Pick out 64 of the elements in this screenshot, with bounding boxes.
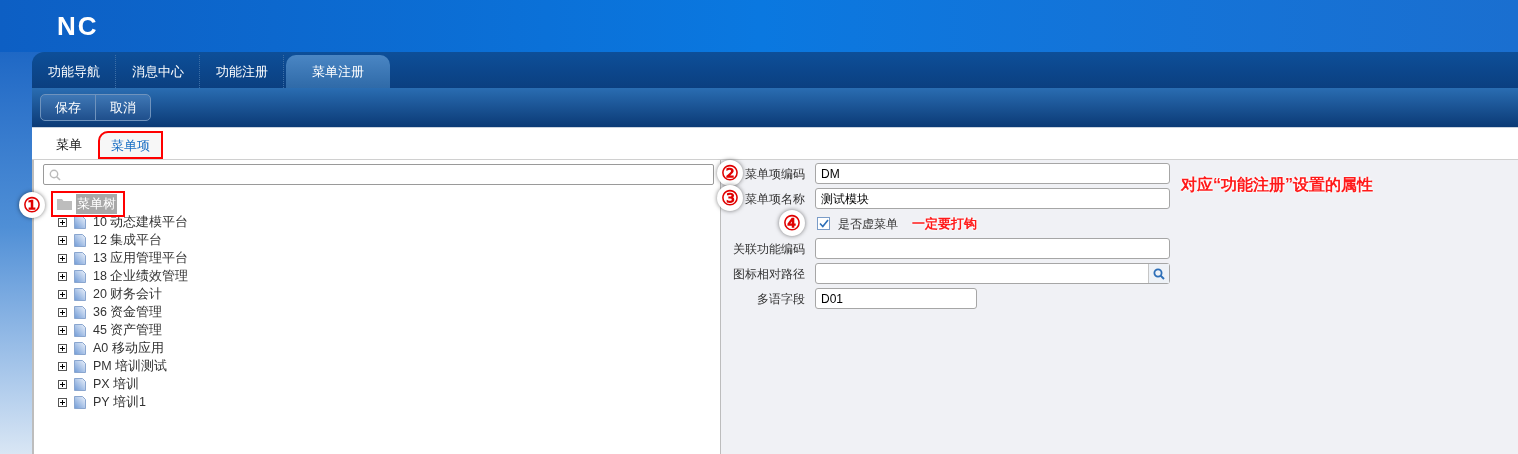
tree-item[interactable]: 36 资金管理 <box>93 302 163 322</box>
input-field[interactable] <box>815 263 1170 284</box>
tree-item[interactable]: 20 财务会计 <box>93 284 163 304</box>
document-icon <box>74 359 86 373</box>
tree-item[interactable]: 45 资产管理 <box>93 320 163 340</box>
expand-icon[interactable] <box>58 235 67 245</box>
check-icon <box>818 219 829 228</box>
tab[interactable]: 菜单项 <box>98 131 163 159</box>
callout-number: ① <box>19 192 45 218</box>
expand-icon[interactable] <box>58 271 67 281</box>
expand-icon[interactable] <box>58 361 67 371</box>
document-icon <box>74 269 86 283</box>
expand-icon[interactable] <box>58 307 67 317</box>
document-icon <box>74 287 86 301</box>
tree-item[interactable]: PY 培训1 <box>93 392 146 412</box>
tree-item[interactable]: 12 集成平台 <box>93 230 163 250</box>
callout-number: ② <box>717 160 743 186</box>
input-field[interactable]: 测试模块 <box>815 188 1170 209</box>
logo: NC <box>57 13 99 39</box>
annotation-text: 一定要打钩 <box>912 214 977 233</box>
search-icon <box>1153 267 1165 280</box>
tree-item[interactable]: 10 动态建模平台 <box>93 212 189 232</box>
tab[interactable]: 菜单 <box>44 131 94 159</box>
tree-item[interactable]: 18 企业绩效管理 <box>93 266 189 286</box>
expand-icon[interactable] <box>58 217 67 227</box>
checkbox-label: 是否虚菜单 <box>838 215 898 233</box>
field-label: 多语字段 <box>757 290 805 308</box>
document-icon <box>74 341 86 355</box>
toolbar-button[interactable]: 保存 <box>41 95 95 120</box>
folder-icon <box>57 198 72 210</box>
expand-icon[interactable] <box>58 379 67 389</box>
expand-icon[interactable] <box>58 343 67 353</box>
tree-label: 菜单树 <box>76 194 117 214</box>
document-icon <box>74 215 86 229</box>
expand-icon[interactable] <box>58 325 67 335</box>
document-icon <box>74 377 86 391</box>
search-icon <box>49 168 61 181</box>
input-field[interactable]: D01 <box>815 288 977 309</box>
document-icon <box>74 395 86 409</box>
field-label: 关联功能编码 <box>733 240 805 258</box>
search-button[interactable] <box>1148 264 1169 283</box>
checkbox[interactable] <box>817 217 830 230</box>
document-icon <box>74 233 86 247</box>
expand-icon[interactable] <box>58 253 67 263</box>
expand-icon[interactable] <box>58 289 67 299</box>
annotation-text: 对应“功能注册”设置的属性 <box>1181 175 1373 195</box>
document-icon <box>74 305 86 319</box>
document-icon <box>74 251 86 265</box>
tree-item[interactable]: PM 培训测试 <box>93 356 168 376</box>
search-field[interactable] <box>43 164 714 185</box>
input-field[interactable] <box>815 238 1170 259</box>
expand-icon[interactable] <box>58 397 67 407</box>
field-label: 图标相对路径 <box>733 265 805 283</box>
tab[interactable]: 菜单注册 <box>286 55 390 88</box>
tree-item[interactable]: 13 应用管理平台 <box>93 248 189 268</box>
input-field[interactable]: DM <box>815 163 1170 184</box>
toolbar-button[interactable]: 取消 <box>95 95 150 120</box>
callout-number: ④ <box>779 210 805 236</box>
tree-item[interactable]: A0 移动应用 <box>93 338 164 358</box>
field-label: 菜单项编码 <box>745 165 805 183</box>
tree-item[interactable]: PX 培训 <box>93 374 140 394</box>
callout-number: ③ <box>717 185 743 211</box>
field-label: 菜单项名称 <box>745 190 805 208</box>
document-icon <box>74 323 86 337</box>
